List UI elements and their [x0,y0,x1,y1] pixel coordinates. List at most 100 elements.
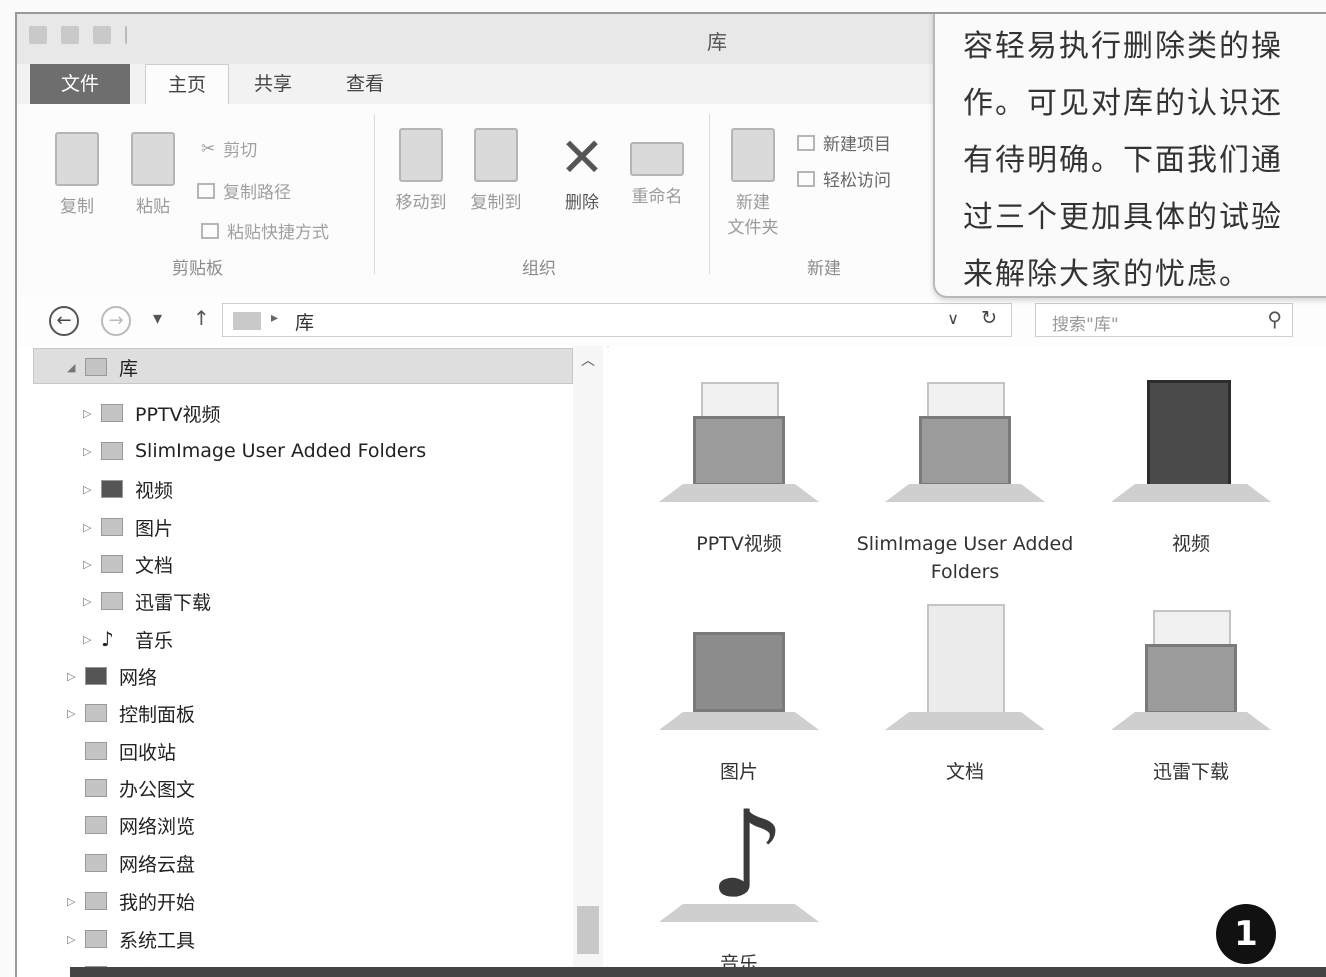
expand-arrow-icon[interactable]: ▷ [67,670,81,683]
tree-item[interactable]: ▷ 视频 [83,474,173,504]
move-to-button[interactable]: 移动到 [387,128,455,213]
properties-icon[interactable] [61,26,79,44]
delete-button[interactable]: ✕ 删除 [552,128,612,214]
document-icon [101,555,123,573]
expand-arrow-icon[interactable]: ▷ [67,895,81,908]
tree-item[interactable]: 办公图文 [67,773,195,803]
expand-arrow-icon[interactable]: ▷ [67,707,81,720]
navigation-pane: ◢ 库 ▷ PPTV视频 ▷ SlimImage User Added Fold… [17,346,607,977]
expand-arrow-icon[interactable]: ▷ [83,483,97,496]
tree-item[interactable]: ▷ 我的开始 [67,886,195,916]
tree-item[interactable]: 网络云盘 [67,848,195,878]
scroll-up-icon[interactable]: ︿ [581,350,595,370]
scroll-thumb[interactable] [577,906,599,954]
expand-arrow-icon[interactable]: ▷ [83,633,97,646]
tab-view[interactable]: 查看 [327,64,403,104]
tree-item[interactable]: ▷ 系统工具 [67,924,195,954]
paste-button[interactable]: 粘贴 [123,132,183,217]
expand-arrow-icon[interactable]: ▷ [83,521,97,534]
control-panel-icon [85,704,107,722]
tree-item[interactable]: 网络浏览 [67,810,195,840]
quick-access-toolbar [29,26,135,44]
tree-item[interactable]: ▷ ♪ 音乐 [83,624,173,654]
library-item-slimimage[interactable]: SlimImage User Added Folders [855,376,1075,586]
cut-button[interactable]: ✂ 剪切 [201,136,257,162]
expand-arrow-icon[interactable]: ▷ [83,407,97,420]
expand-arrow-icon[interactable]: ▷ [83,595,97,608]
library-item-documents[interactable]: 文档 [855,604,1075,786]
window-title: 库 [707,30,727,54]
organize-group-label: 组织 [522,259,556,279]
breadcrumb-chevron-icon[interactable]: ▸ [271,310,278,326]
copy-button[interactable]: 复制 [47,132,107,217]
breadcrumb[interactable]: 库 [295,308,314,335]
address-dropdown-icon[interactable]: ∨ [947,309,959,328]
library-icon [101,442,123,460]
tree-item[interactable]: ▷ 控制面板 [67,698,195,728]
up-arrow-icon[interactable]: ↑ [193,306,210,330]
library-item-pptv[interactable]: PPTV视频 [629,376,849,558]
tab-home[interactable]: 主页 [145,64,229,104]
scissors-icon: ✂ [201,138,216,159]
picture-icon [101,518,123,536]
library-item-videos[interactable]: 视频 [1081,376,1301,558]
tree-item[interactable]: 回收站 [67,736,176,766]
caption-line: 作。可见对库的认识还 [963,86,1283,121]
new-item-button[interactable]: 新建项目 [797,130,891,155]
library-icon [875,376,1055,526]
expand-arrow-icon[interactable]: ▷ [83,445,97,458]
collapse-arrow-icon[interactable]: ◢ [67,361,81,374]
library-icon [1101,604,1281,754]
forward-button[interactable]: → [101,306,131,336]
tab-share[interactable]: 共享 [239,64,307,104]
caption-line: 来解除大家的忧虑。 [963,257,1251,292]
refresh-icon[interactable]: ↻ [981,307,997,329]
clipboard-group-label: 剪贴板 [172,259,223,279]
folder-icon [731,128,775,182]
copy-path-icon [197,182,215,199]
tree-item[interactable]: ▷ 迅雷下载 [83,586,211,616]
new-folder-button[interactable]: 新建 文件夹 [717,128,789,238]
tab-file[interactable]: 文件 [30,64,130,104]
copy-to-button[interactable]: 复制到 [462,128,530,213]
tree-item-libraries[interactable]: ◢ 库 [67,352,138,382]
document-library-icon [875,604,1055,754]
library-item-music[interactable]: ♪ 音乐 [629,796,849,977]
caption-line: 有待明确。下面我们通 [963,143,1283,178]
library-item-pictures[interactable]: 图片 [629,604,849,786]
tree-item[interactable]: ▷ 图片 [83,512,173,542]
copy-icon [55,132,99,186]
new-folder-icon[interactable] [93,26,111,44]
step-number-badge: 1 [1216,904,1276,964]
copy-path-button[interactable]: 复制路径 [197,178,291,203]
tree-item[interactable]: ▷ 文档 [83,549,173,579]
library-icon [101,592,123,610]
tree-item[interactable]: ▷ SlimImage User Added Folders [83,436,426,466]
address-field[interactable]: ▸ 库 ∨ ↻ [222,303,1012,337]
expand-arrow-icon[interactable]: ▷ [83,558,97,571]
paste-shortcut-icon [201,222,219,239]
recent-locations-icon[interactable]: ▾ [153,308,162,329]
caption-callout: 容轻易执行删除类的操 作。可见对库的认识还 有待明确。下面我们通 过三个更加具体… [933,14,1326,298]
content-pane: PPTV视频 SlimImage User Added Folders 视频 图… [609,346,1326,977]
library-icon [101,404,123,422]
music-library-icon: ♪ [649,796,829,946]
paste-shortcut-button[interactable]: 粘贴快捷方式 [201,218,329,243]
caption-line: 容轻易执行删除类的操 [963,29,1283,64]
expand-arrow-icon[interactable]: ▷ [67,933,81,946]
search-input[interactable]: 搜索"库" ⚲ [1035,303,1293,337]
folder-icon [85,930,107,948]
folder-icon [85,892,107,910]
rename-icon [630,142,684,176]
rename-button[interactable]: 重命名 [622,128,692,207]
new-item-icon [797,134,815,151]
new-group-label: 新建 [807,259,841,279]
tree-item[interactable]: ▷ PPTV视频 [83,398,221,428]
network-icon [85,667,107,685]
tree-item[interactable]: ▷ 网络 [67,661,157,691]
nav-scrollbar[interactable]: ︿ [573,346,603,977]
back-button[interactable]: ← [49,306,79,336]
easy-access-button[interactable]: 轻松访问 [797,166,891,191]
library-item-thunder-downloads[interactable]: 迅雷下载 [1081,604,1301,786]
search-icon[interactable]: ⚲ [1267,307,1282,331]
